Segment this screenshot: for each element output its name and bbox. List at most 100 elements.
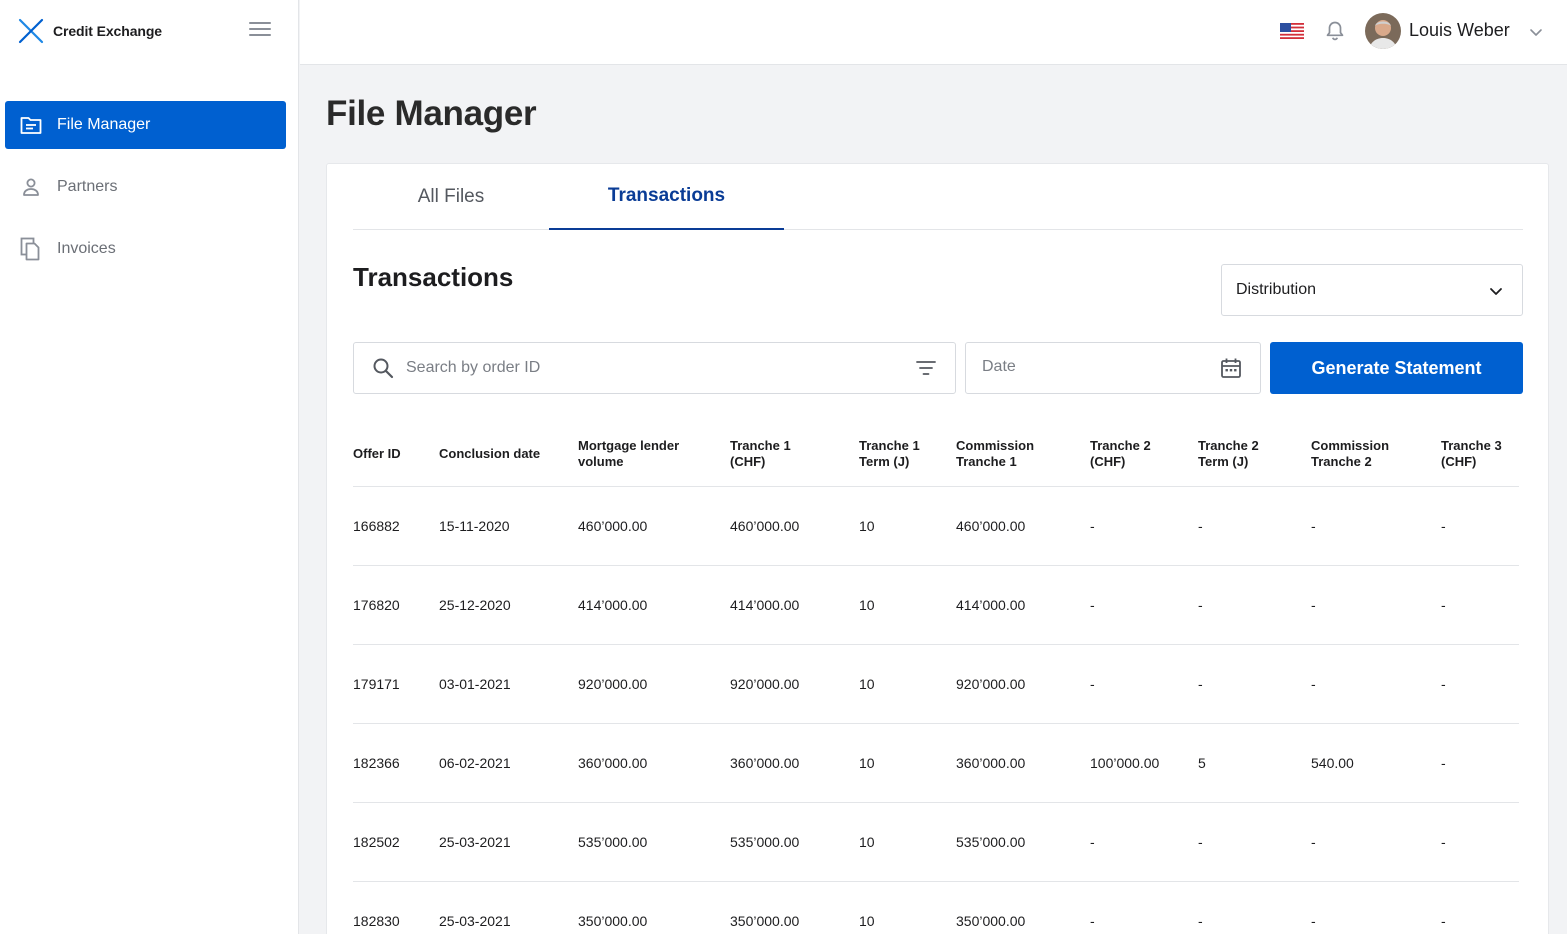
- table-row[interactable]: 166882 15-11-2020 460’000.00 460’000.00 10 46…: [353, 487, 1519, 566]
- column-header-line: Tranche 2: [1090, 438, 1151, 453]
- table-cell: -: [1311, 597, 1316, 613]
- table-cell: 15-11-2020: [439, 518, 510, 534]
- table-cell: -: [1198, 597, 1203, 613]
- sidebar-item-label: Invoices: [57, 240, 116, 257]
- table-cell: -: [1090, 518, 1095, 534]
- table-cell: 920’000.00: [578, 676, 648, 692]
- search-field: [353, 342, 956, 394]
- menu-toggle-icon[interactable]: [249, 22, 271, 38]
- distribution-select[interactable]: Distribution: [1221, 264, 1523, 316]
- table-cell: -: [1198, 834, 1203, 850]
- person-icon: [20, 176, 42, 198]
- topbar: Louis Weber: [300, 0, 1567, 65]
- table-cell: 06-02-2021: [439, 755, 511, 771]
- filter-icon[interactable]: [915, 359, 937, 377]
- brand-name: Credit Exchange: [53, 23, 162, 39]
- chevron-down-icon: [1490, 288, 1502, 295]
- table-cell: 100’000.00: [1090, 755, 1160, 771]
- column-header[interactable]: Tranche 1 (CHF): [730, 438, 791, 470]
- table-cell: 179171: [353, 676, 400, 692]
- table-cell: -: [1090, 913, 1095, 929]
- table-cell: -: [1090, 834, 1095, 850]
- table-row[interactable]: 182830 25-03-2021 350’000.00 350’000.00 10 35…: [353, 882, 1519, 934]
- notification-bell-icon[interactable]: [1324, 20, 1346, 42]
- table-cell: 535’000.00: [578, 834, 648, 850]
- column-header-line: (CHF): [1441, 454, 1477, 469]
- table-cell: 166882: [353, 518, 400, 534]
- tabs: All Files Transactions: [353, 164, 1523, 230]
- column-header-line: Tranche 1: [859, 438, 920, 453]
- column-header-line: volume: [578, 454, 624, 469]
- column-header[interactable]: Tranche 3 (CHF): [1441, 438, 1502, 470]
- table-cell: 920’000.00: [730, 676, 800, 692]
- table-row[interactable]: 179171 03-01-2021 920’000.00 920’000.00 10 92…: [353, 645, 1519, 724]
- table-cell: 540.00: [1311, 755, 1354, 771]
- column-header-line: Offer ID: [353, 446, 401, 461]
- table-cell: 10: [859, 913, 875, 929]
- table-cell: 182502: [353, 834, 400, 850]
- table-cell: 350’000.00: [578, 913, 648, 929]
- sidebar: Credit Exchange File Manager Partners In…: [0, 0, 299, 934]
- column-header[interactable]: Commission Tranche 1: [956, 438, 1034, 470]
- calendar-icon[interactable]: [1220, 357, 1242, 379]
- table-cell: -: [1198, 913, 1203, 929]
- sidebar-item-label: File Manager: [57, 116, 151, 133]
- column-header-line: Tranche 1: [956, 454, 1017, 469]
- column-header-line: (CHF): [1090, 454, 1126, 469]
- search-input[interactable]: [406, 353, 896, 383]
- table-cell: -: [1441, 834, 1446, 850]
- us-flag-icon[interactable]: [1280, 23, 1304, 39]
- table-cell: 25-03-2021: [439, 913, 511, 929]
- table-row[interactable]: 182366 06-02-2021 360’000.00 360’000.00 10 36…: [353, 724, 1519, 803]
- column-header[interactable]: Commission Tranche 2: [1311, 438, 1389, 470]
- column-header-line: Commission: [956, 438, 1035, 453]
- table-cell: 5: [1198, 755, 1206, 771]
- table-cell: 535’000.00: [730, 834, 800, 850]
- table-cell: -: [1311, 913, 1316, 929]
- column-header-line: Tranche 2: [1198, 438, 1259, 453]
- table-cell: 360’000.00: [730, 755, 800, 771]
- distribution-select-value: Distribution: [1236, 281, 1317, 298]
- table-cell: 535’000.00: [956, 834, 1026, 850]
- table-row[interactable]: 182502 25-03-2021 535’000.00 535’000.00 10 53…: [353, 803, 1519, 882]
- column-header[interactable]: Mortgage lender volume: [578, 438, 679, 470]
- tab-all-files[interactable]: All Files: [353, 164, 549, 230]
- sidebar-item-file-manager[interactable]: File Manager: [5, 101, 286, 149]
- table-cell: -: [1311, 518, 1316, 534]
- sidebar-item-partners[interactable]: Partners: [5, 163, 286, 211]
- date-input[interactable]: [982, 352, 1202, 382]
- table-cell: -: [1441, 755, 1446, 771]
- avatar[interactable]: [1365, 13, 1401, 49]
- tab-transactions[interactable]: Transactions: [549, 164, 784, 230]
- table-cell: -: [1441, 597, 1446, 613]
- generate-statement-button[interactable]: Generate Statement: [1270, 342, 1523, 394]
- table-cell: 10: [859, 755, 875, 771]
- column-header[interactable]: Tranche 2 Term (J): [1198, 438, 1259, 470]
- table-cell: -: [1441, 913, 1446, 929]
- sidebar-item-invoices[interactable]: Invoices: [5, 225, 286, 273]
- user-name[interactable]: Louis Weber: [1409, 20, 1510, 41]
- table-cell: 10: [859, 834, 875, 850]
- column-header-line: Commission: [1311, 438, 1390, 453]
- table-header: Offer ID Conclusion date Mortgage lender vo…: [353, 426, 1519, 487]
- section-title: Transactions: [353, 262, 514, 292]
- chevron-down-icon[interactable]: [1528, 24, 1544, 40]
- table-cell: 460’000.00: [956, 518, 1026, 534]
- table-cell: 182366: [353, 755, 400, 771]
- column-header-line: Term (J): [859, 454, 910, 469]
- column-header[interactable]: Tranche 1 Term (J): [859, 438, 920, 470]
- column-header[interactable]: Offer ID: [353, 446, 401, 462]
- table-cell: -: [1198, 518, 1203, 534]
- table-body: 166882 15-11-2020 460’000.00 460’000.00 10 46…: [353, 487, 1519, 934]
- brand[interactable]: Credit Exchange: [17, 16, 162, 46]
- table-cell: 360’000.00: [578, 755, 648, 771]
- table-cell: -: [1311, 834, 1316, 850]
- folder-icon: [20, 114, 42, 136]
- table-cell: -: [1311, 676, 1316, 692]
- column-header[interactable]: Conclusion date: [439, 446, 540, 462]
- table-cell: 10: [859, 676, 875, 692]
- column-header[interactable]: Tranche 2 (CHF): [1090, 438, 1151, 470]
- column-header-line: Conclusion date: [439, 446, 541, 461]
- table-row[interactable]: 176820 25-12-2020 414’000.00 414’000.00 10 41…: [353, 566, 1519, 645]
- table-cell: 350’000.00: [730, 913, 800, 929]
